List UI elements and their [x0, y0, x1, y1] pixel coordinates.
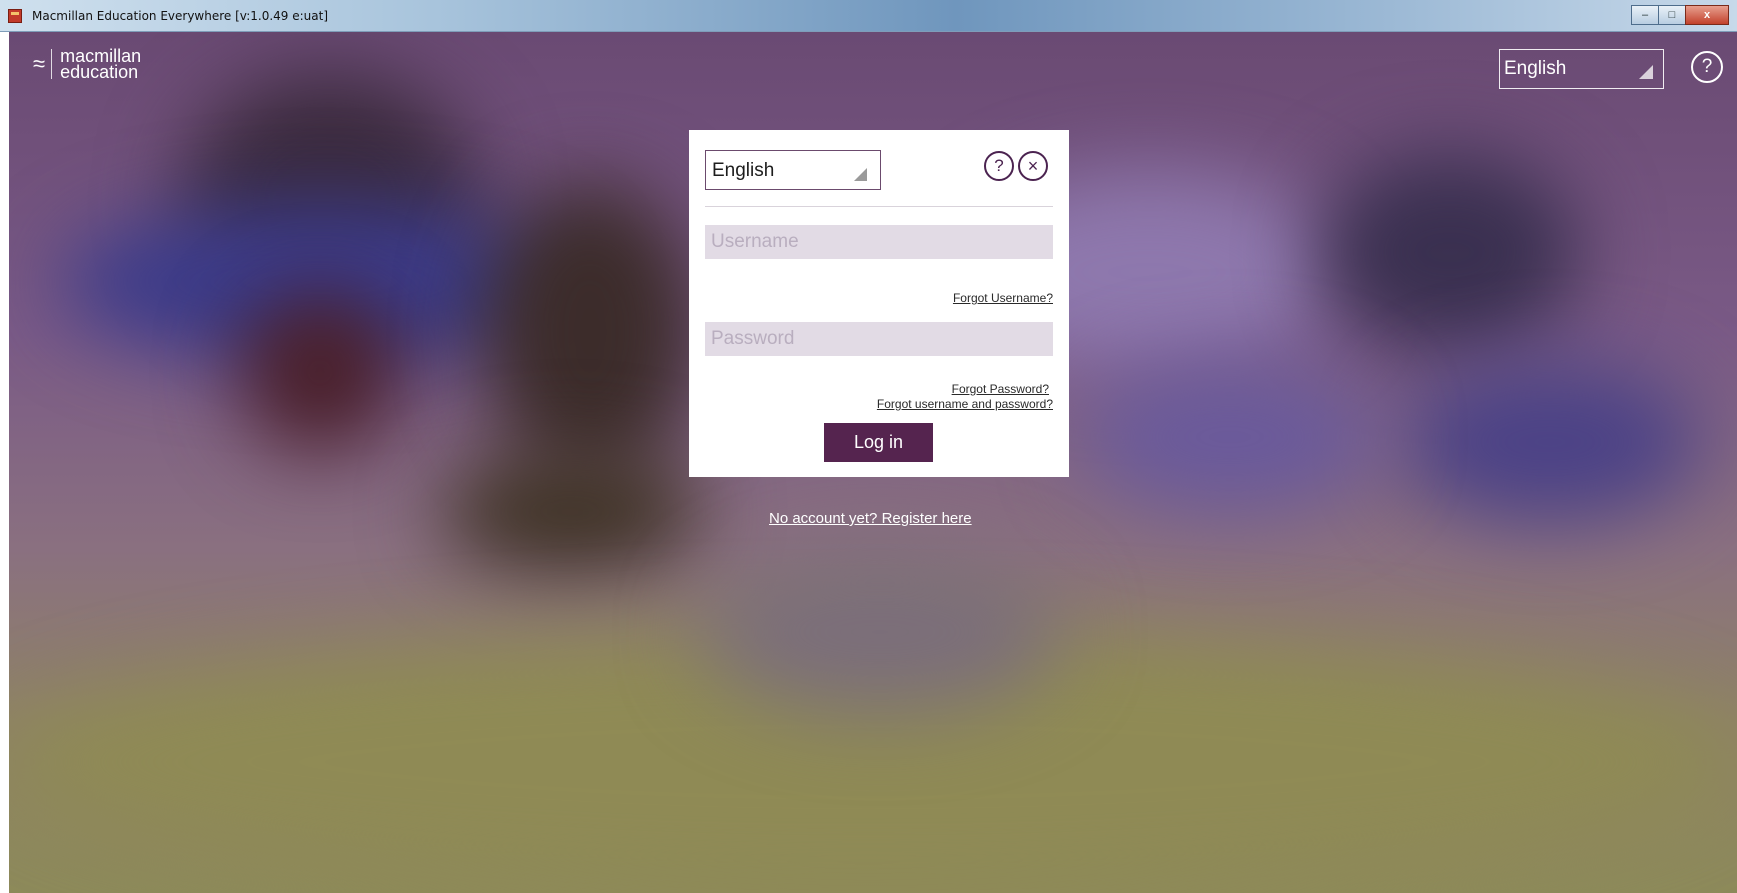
login-button[interactable]: Log in	[824, 423, 933, 462]
window-title-bar[interactable]: Macmillan Education Everywhere [v:1.0.49…	[0, 0, 1737, 32]
dialog-close-button[interactable]: ×	[1018, 151, 1048, 181]
maximize-button[interactable]: □	[1658, 5, 1686, 25]
header-language-select[interactable]: English	[1499, 49, 1664, 89]
login-dialog: English ? × Forgot Username? Forgot Pass…	[689, 130, 1069, 477]
dialog-language-select[interactable]: English	[705, 150, 881, 190]
help-icon: ?	[994, 156, 1004, 175]
header-language-value: English	[1504, 58, 1567, 79]
dialog-help-button[interactable]: ?	[984, 151, 1014, 181]
password-input[interactable]	[705, 322, 1053, 356]
logo-text-line2: education	[60, 62, 139, 82]
logo-text: macmillan education	[60, 47, 141, 82]
close-icon: ×	[1027, 155, 1039, 176]
app-icon	[8, 9, 22, 23]
logo-separator	[51, 49, 53, 79]
window-left-edge	[0, 32, 9, 893]
dialog-language-value: English	[712, 160, 775, 181]
macmillan-logo-icon: ≈	[33, 51, 46, 76]
username-input[interactable]	[705, 225, 1053, 259]
close-window-button[interactable]: x	[1685, 5, 1729, 25]
dialog-divider	[705, 206, 1053, 207]
forgot-password-link[interactable]: Forgot Password?	[952, 382, 1049, 396]
help-icon: ?	[1701, 56, 1713, 77]
window-controls: – □ x	[1631, 5, 1729, 25]
register-link[interactable]: No account yet? Register here	[769, 510, 972, 527]
forgot-username-and-password-link[interactable]: Forgot username and password?	[877, 397, 1053, 411]
forgot-username-link[interactable]: Forgot Username?	[953, 291, 1053, 305]
header-help-button[interactable]: ?	[1691, 51, 1723, 83]
dropdown-arrow-icon	[1639, 65, 1653, 79]
dropdown-arrow-icon	[854, 168, 867, 181]
macmillan-logo: ≈ macmillan education	[33, 47, 141, 82]
window-title: Macmillan Education Everywhere [v:1.0.49…	[32, 9, 329, 23]
minimize-button[interactable]: –	[1631, 5, 1659, 25]
